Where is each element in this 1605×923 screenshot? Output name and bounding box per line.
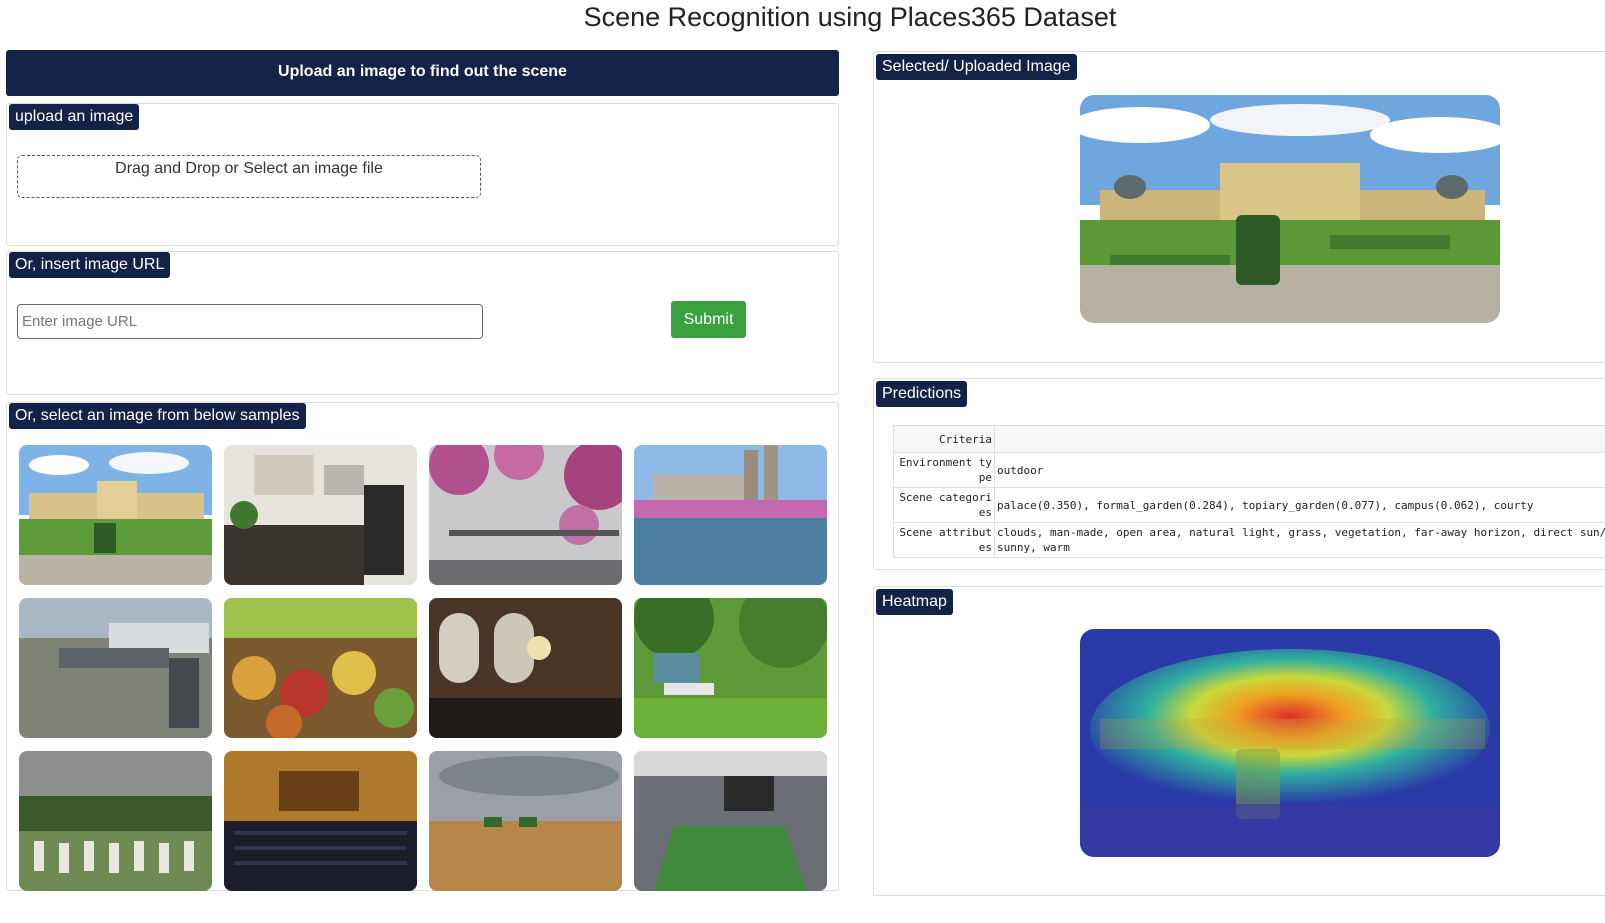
sample-kitchen[interactable] <box>224 445 417 585</box>
scene-attributes-value: clouds, man-made, open area, natural lig… <box>994 522 1605 558</box>
upload-tag: upload an image <box>9 104 140 130</box>
sample-field-harvest[interactable] <box>429 751 622 891</box>
scene-categories-key: Scene categories <box>892 487 996 523</box>
scene-categories-value: palace(0.350), formal_garden(0.284), top… <box>994 487 1605 523</box>
page-title: Scene Recognition using Places365 Datase… <box>583 2 1117 32</box>
predictions-tag: Predictions <box>876 381 968 407</box>
table-row: Scene attributes clouds, man-made, open … <box>892 522 1605 558</box>
stadium-image <box>634 751 827 891</box>
sample-restaurant[interactable] <box>429 598 622 738</box>
samples-tag: Or, select an image from below samples <box>9 403 306 429</box>
selected-image-section: Selected/ Uploaded Image <box>873 51 1605 363</box>
sample-palace-garden[interactable] <box>19 445 212 585</box>
predictions-header-row: Criteria <box>892 425 1605 453</box>
scene-attributes-key: Scene attributes <box>892 522 996 558</box>
value-header <box>994 425 1605 453</box>
cherry-blossom-image <box>429 445 622 585</box>
url-tag: Or, insert image URL <box>9 252 171 278</box>
heatmap-overlay-photo <box>1080 629 1500 857</box>
table-row: Environment type outdoor <box>892 452 1605 488</box>
market-produce-image <box>224 598 417 738</box>
airport-jet-bridge-image <box>19 598 212 738</box>
sample-house-lawn[interactable] <box>634 598 827 738</box>
heatmap-tag: Heatmap <box>876 589 953 615</box>
image-url-input[interactable] <box>17 304 483 339</box>
predictions-table: Criteria Environment type outdoor Scene … <box>892 425 1605 558</box>
restaurant-hall-image <box>429 598 622 738</box>
samples-grid <box>19 445 827 891</box>
sample-cemetery[interactable] <box>19 751 212 891</box>
city-lake-image <box>634 445 827 585</box>
environment-type-value: outdoor <box>994 452 1605 488</box>
house-lawn-image <box>634 598 827 738</box>
kitchen-image <box>224 445 417 585</box>
criteria-header: Criteria <box>892 425 996 453</box>
app-page: Scene Recognition using Places365 Datase… <box>0 0 1605 923</box>
sample-market[interactable] <box>224 598 417 738</box>
image-dropzone[interactable]: Drag and Drop or Select an image file <box>17 155 481 198</box>
heatmap-section: Heatmap <box>873 586 1605 896</box>
heatmap-image <box>1080 629 1500 857</box>
palace-photo <box>1080 95 1500 323</box>
predictions-section: Predictions Criteria Environment type ou… <box>873 378 1605 570</box>
sample-airport[interactable] <box>19 598 212 738</box>
sample-city-lake[interactable] <box>634 445 827 585</box>
upload-section: upload an image Drag and Drop or Select … <box>6 103 839 246</box>
sample-cherry-blossom[interactable] <box>429 445 622 585</box>
auditorium-image <box>224 751 417 891</box>
environment-type-key: Environment type <box>892 452 996 488</box>
selected-image-tag: Selected/ Uploaded Image <box>876 54 1077 80</box>
selected-image <box>1080 95 1500 323</box>
samples-section: Or, select an image from below samples <box>6 402 839 891</box>
submit-button[interactable]: Submit <box>671 301 746 338</box>
upload-banner: Upload an image to find out the scene <box>6 50 839 96</box>
field-harvest-image <box>429 751 622 891</box>
url-section: Or, insert image URL Submit <box>6 251 839 395</box>
table-row: Scene categories palace(0.350), formal_g… <box>892 487 1605 523</box>
palace-garden-image <box>19 445 212 585</box>
cemetery-image <box>19 751 212 891</box>
sample-stadium[interactable] <box>634 751 827 891</box>
sample-auditorium[interactable] <box>224 751 417 891</box>
